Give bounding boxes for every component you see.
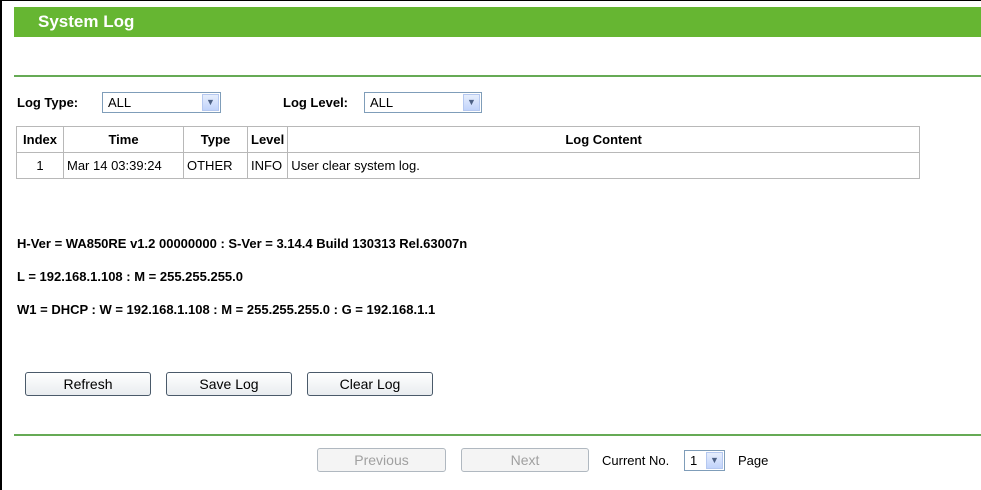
current-no-label: Current No. xyxy=(602,453,670,468)
header-time: Time xyxy=(63,126,184,153)
cell-index: 1 xyxy=(16,152,64,179)
previous-button[interactable]: Previous xyxy=(317,448,446,472)
log-type-select[interactable]: ALL ▼ xyxy=(102,92,221,113)
header-level: Level xyxy=(246,126,289,153)
next-button[interactable]: Next xyxy=(461,448,589,472)
header-type: Type xyxy=(183,126,248,153)
cell-log-content: User clear system log. xyxy=(287,152,920,179)
cell-type: OTHER xyxy=(183,152,248,179)
log-level-select[interactable]: ALL ▼ xyxy=(364,92,482,113)
page-select[interactable]: 1 ▼ xyxy=(684,450,725,471)
clear-log-button[interactable]: Clear Log xyxy=(307,372,433,396)
page-label: Page xyxy=(738,453,769,468)
title-bar: System Log xyxy=(14,7,981,37)
page-title: System Log xyxy=(38,12,135,31)
window-left-border xyxy=(0,0,2,490)
log-table: Index Time Type Level Log Content 1 Mar … xyxy=(16,126,920,179)
table-row: 1 Mar 14 03:39:24 OTHER INFO User clear … xyxy=(16,152,920,179)
header-log-content: Log Content xyxy=(287,126,920,153)
log-level-value: ALL xyxy=(370,95,394,110)
table-header-row: Index Time Type Level Log Content xyxy=(16,126,920,153)
log-level-label: Log Level: xyxy=(283,95,349,110)
window-top-border xyxy=(0,0,981,1)
page-select-value: 1 xyxy=(690,453,698,468)
log-type-value: ALL xyxy=(108,95,132,110)
lan-info: L = 192.168.1.108 : M = 255.255.255.0 xyxy=(17,269,243,284)
wan-info: W1 = DHCP : W = 192.168.1.108 : M = 255.… xyxy=(17,302,436,317)
cell-time: Mar 14 03:39:24 xyxy=(63,152,184,179)
refresh-button[interactable]: Refresh xyxy=(25,372,151,396)
bottom-divider xyxy=(14,434,981,436)
log-type-label: Log Type: xyxy=(17,95,79,110)
cell-level: INFO xyxy=(246,152,289,179)
header-index: Index xyxy=(16,126,64,153)
chevron-down-icon[interactable]: ▼ xyxy=(706,452,723,469)
chevron-down-icon[interactable]: ▼ xyxy=(202,94,219,111)
top-divider xyxy=(14,75,981,77)
version-info: H-Ver = WA850RE v1.2 00000000 : S-Ver = … xyxy=(17,236,468,251)
save-log-button[interactable]: Save Log xyxy=(166,372,292,396)
chevron-down-icon[interactable]: ▼ xyxy=(463,94,480,111)
